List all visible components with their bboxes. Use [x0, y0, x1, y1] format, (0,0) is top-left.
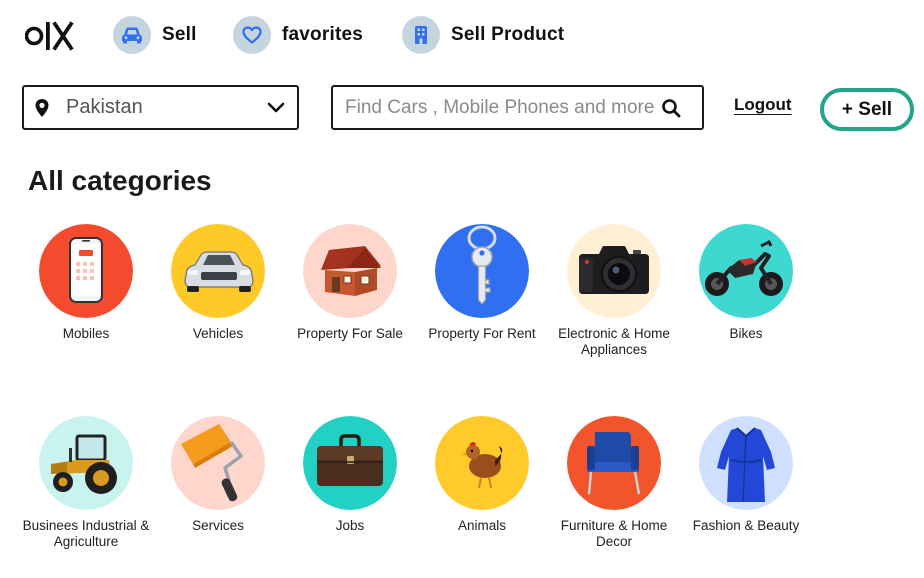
location-pin-icon: [35, 98, 49, 117]
category-furniture-home-decor[interactable]: Furniture & Home Decor: [549, 416, 679, 550]
category-mobiles[interactable]: Mobiles: [21, 224, 151, 342]
page-title: All categories: [28, 165, 212, 196]
tractor-icon: [39, 416, 133, 510]
category-fashion-beauty[interactable]: Fashion & Beauty: [681, 416, 811, 534]
camera-icon: [567, 224, 661, 318]
category-label: Services: [192, 518, 244, 533]
car-icon: [171, 224, 265, 318]
category-label: Electronic & Home Appliances: [558, 326, 670, 357]
nav-sell-product-label: Sell Product: [451, 24, 565, 45]
armchair-icon: [567, 416, 661, 510]
top-nav: Sell favorites Sell Product: [0, 0, 924, 70]
category-property-for-rent[interactable]: Property For Rent: [417, 224, 547, 342]
category-label: Vehicles: [192, 326, 244, 341]
briefcase-icon: [303, 416, 397, 510]
category-animals[interactable]: Animals: [417, 416, 547, 534]
category-label: Property For Rent: [428, 326, 536, 341]
search-box: [331, 85, 704, 130]
paint-roller-icon: [171, 416, 265, 510]
category-label: Furniture & Home Decor: [560, 518, 668, 549]
dress-icon: [699, 416, 793, 510]
logout-link[interactable]: Logout: [734, 95, 792, 115]
nav-sell-label: Sell: [162, 24, 197, 45]
category-property-for-sale[interactable]: Property For Sale: [285, 224, 415, 342]
category-label: Mobiles: [62, 326, 110, 341]
category-label: Jobs: [335, 518, 365, 533]
category-vehicles[interactable]: Vehicles: [153, 224, 283, 342]
mobile-phone-icon: [39, 224, 133, 318]
search-icon[interactable]: [661, 98, 681, 118]
category-label: Animals: [457, 518, 506, 533]
nav-sell[interactable]: Sell: [113, 16, 197, 54]
olx-logo[interactable]: [25, 19, 75, 53]
motorbike-icon: [699, 224, 793, 318]
category-business-industrial-agriculture[interactable]: Businees Industrial & Agriculture: [21, 416, 151, 550]
category-label: Bikes: [729, 326, 763, 341]
category-jobs[interactable]: Jobs: [285, 416, 415, 534]
category-label: Property For Sale: [297, 326, 403, 341]
nav-favorites-label: favorites: [282, 24, 364, 45]
building-icon: [402, 16, 440, 54]
category-label: Businees Industrial & Agriculture: [22, 518, 150, 549]
house-icon: [303, 224, 397, 318]
car-icon: [113, 16, 151, 54]
nav-favorites[interactable]: favorites: [233, 16, 363, 54]
sell-button[interactable]: + Sell: [820, 88, 914, 131]
category-label: Fashion & Beauty: [692, 518, 800, 533]
category-bikes[interactable]: Bikes: [681, 224, 811, 342]
hen-icon: [435, 416, 529, 510]
location-value: Pakistan: [66, 96, 143, 118]
search-input[interactable]: [345, 96, 655, 119]
category-services[interactable]: Services: [153, 416, 283, 534]
chevron-down-icon: [267, 102, 285, 112]
category-electronic-home-appliances[interactable]: Electronic & Home Appliances: [549, 224, 679, 358]
location-select[interactable]: Pakistan: [22, 85, 299, 130]
key-icon: [435, 224, 529, 318]
heart-icon: [233, 16, 271, 54]
nav-sell-product[interactable]: Sell Product: [402, 16, 564, 54]
